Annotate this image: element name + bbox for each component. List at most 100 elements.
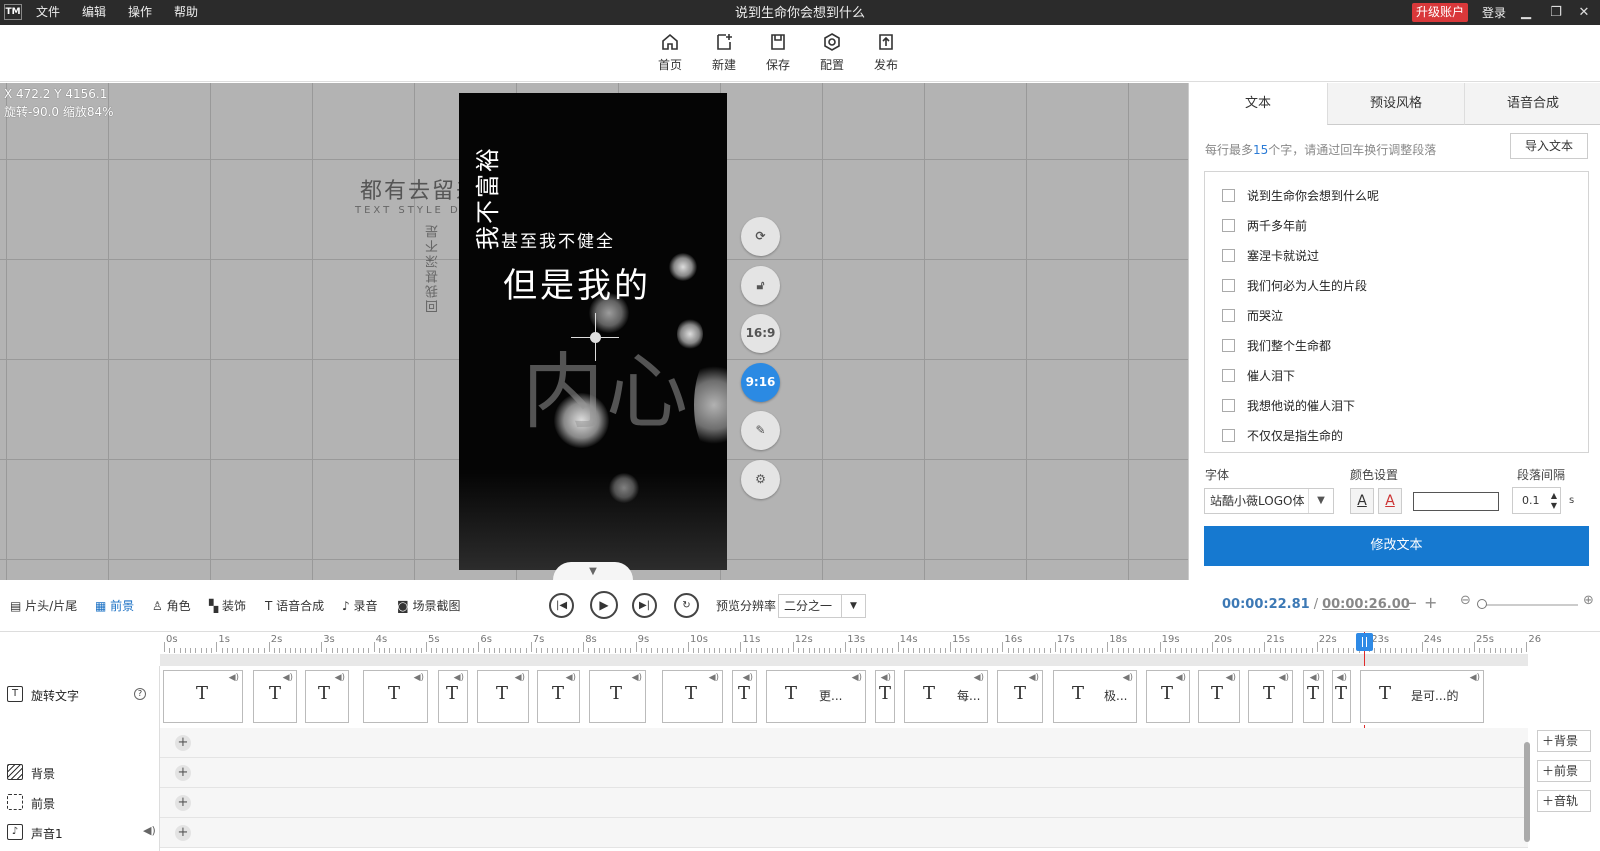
modify-text-button[interactable]: 修改文本 xyxy=(1204,526,1589,566)
import-text-button[interactable]: 导入文本 xyxy=(1510,133,1588,159)
checkbox[interactable] xyxy=(1222,279,1235,292)
tab-screenshot[interactable]: ◙ 场景截图 xyxy=(397,597,460,614)
config-button[interactable]: 配置 xyxy=(806,32,858,73)
rotate-button[interactable]: ⟳ xyxy=(741,217,780,256)
checkbox[interactable] xyxy=(1222,399,1235,412)
track-background[interactable]: 背景 xyxy=(0,757,160,787)
text-clip[interactable]: T ◀) xyxy=(1198,670,1240,723)
ratio-16-9-button[interactable]: 16:9 xyxy=(741,314,780,353)
color-swatch[interactable] xyxy=(1413,492,1499,511)
upgrade-button[interactable]: 升级账户 xyxy=(1412,3,1469,22)
track-sound1[interactable]: ♪ 声音1 ◀) xyxy=(0,817,160,847)
tab-foreground[interactable]: ▦ 前景 xyxy=(95,597,134,614)
speaker-icon[interactable]: ◀) xyxy=(414,673,424,683)
next-button[interactable]: ▶| xyxy=(632,593,657,618)
list-item[interactable]: 塞涅卡就说过 xyxy=(1205,240,1565,270)
video-text-line2[interactable]: 但是我的 xyxy=(503,258,651,307)
tab-intro-outro[interactable]: ▤ 片头/片尾 xyxy=(10,597,77,614)
text-clip[interactable]: T 是可...的 ◀) xyxy=(1360,670,1484,723)
checkbox[interactable] xyxy=(1222,369,1235,382)
speaker-icon[interactable]: ◀) xyxy=(852,673,862,683)
timeline-ruler[interactable]: 0s 1s 2s 3s 4s 5s 6s 7s 8s 9s 10s 11s 12s 13s 14s 15s 16… xyxy=(160,632,1541,666)
time-minus-button[interactable]: − xyxy=(1405,594,1418,612)
speaker-icon[interactable]: ◀) xyxy=(709,673,719,683)
menu-help[interactable]: 帮助 xyxy=(174,0,198,25)
track-row-background[interactable]: + xyxy=(160,758,1528,788)
prev-button[interactable]: |◀ xyxy=(549,593,574,618)
track-foreground[interactable]: 前景 xyxy=(0,787,160,817)
text-clip[interactable]: T ◀) xyxy=(875,670,895,723)
add-audio-track-button[interactable]: ＋音轨 xyxy=(1537,790,1591,812)
checkbox[interactable] xyxy=(1222,429,1235,442)
speaker-icon[interactable]: ◀) xyxy=(881,673,891,683)
chevron-down-icon[interactable]: ▼ xyxy=(1308,489,1333,513)
text-clip[interactable]: T ◀) xyxy=(662,670,723,723)
list-item[interactable]: 我们何必为人生的片段 xyxy=(1205,270,1565,300)
zoom-in-icon[interactable]: ⊕ xyxy=(1583,593,1594,608)
list-item[interactable]: 而哭泣 xyxy=(1205,300,1565,330)
list-item[interactable]: 不仅仅是指生命的 xyxy=(1205,420,1565,450)
list-item[interactable]: 我们整个生命都 xyxy=(1205,330,1565,360)
text-clip[interactable]: T 更... ◀) xyxy=(766,670,866,723)
restore-icon[interactable]: ❐ xyxy=(1545,3,1567,22)
list-item[interactable]: 我想他说的催人泪下 xyxy=(1205,390,1565,420)
lock-button[interactable]: 🔓︎ xyxy=(741,266,780,305)
text-clip[interactable]: T ◀) xyxy=(163,670,243,723)
speaker-icon[interactable]: ◀) xyxy=(1279,673,1289,683)
list-item[interactable]: 说到生命你会想到什么呢 xyxy=(1205,180,1565,210)
speaker-icon[interactable]: ◀) xyxy=(1337,673,1347,683)
menu-edit[interactable]: 编辑 xyxy=(82,0,106,25)
minimize-icon[interactable]: ▁ xyxy=(1515,3,1537,22)
speaker-icon[interactable]: ◀) xyxy=(1123,673,1133,683)
tab-speech-synth[interactable]: T 语音合成 xyxy=(265,597,324,614)
track-row-empty[interactable]: + xyxy=(160,728,1528,758)
tab-preset-style[interactable]: 预设风格 xyxy=(1327,83,1464,125)
resolution-select[interactable]: 二分之一 ▼ xyxy=(778,594,866,618)
text-clip[interactable]: T ◀) xyxy=(537,670,580,723)
text-clip[interactable]: T ◀) xyxy=(1332,670,1351,723)
checkbox[interactable] xyxy=(1222,219,1235,232)
checkbox[interactable] xyxy=(1222,249,1235,262)
speaker-icon[interactable]: ◀) xyxy=(1470,673,1480,683)
zoom-out-icon[interactable]: ⊖ xyxy=(1460,593,1471,608)
text-clip[interactable]: T ◀) xyxy=(253,670,297,723)
ratio-9-16-button[interactable]: 9:16 xyxy=(741,363,780,402)
text-clip[interactable]: T 每... ◀) xyxy=(904,670,988,723)
settings-button[interactable]: ⚙ xyxy=(741,460,780,499)
add-item-button[interactable]: + xyxy=(175,735,191,751)
save-button[interactable]: 保存 xyxy=(752,32,804,73)
video-vertical-text[interactable]: 我不富裕 xyxy=(468,146,503,250)
time-plus-button[interactable]: + xyxy=(1424,593,1437,612)
anchor-handle[interactable] xyxy=(590,332,601,343)
text-clip[interactable]: T ◀) xyxy=(1248,670,1293,723)
speaker-icon[interactable]: ◀) xyxy=(566,673,576,683)
text-clip[interactable]: T ◀) xyxy=(732,670,757,723)
video-text-line1[interactable]: 甚至我不健全 xyxy=(501,227,615,252)
speaker-icon[interactable]: ◀) xyxy=(1029,673,1039,683)
tab-speech-synthesis[interactable]: 语音合成 xyxy=(1464,83,1600,125)
add-foreground-button[interactable]: ＋前景 xyxy=(1537,760,1591,782)
stroke-color-button[interactable]: A xyxy=(1378,488,1402,514)
text-clip[interactable]: T ◀) xyxy=(438,670,468,723)
text-clip[interactable]: T ◀) xyxy=(305,670,349,723)
track-row-sound[interactable]: + xyxy=(160,818,1528,848)
text-clip[interactable]: T ◀) xyxy=(1146,670,1190,723)
text-clip[interactable]: T 极... ◀) xyxy=(1053,670,1137,723)
speaker-icon[interactable]: ◀) xyxy=(143,824,156,837)
help-icon[interactable]: ? xyxy=(134,688,146,700)
home-button[interactable]: 首页 xyxy=(644,32,696,73)
speaker-icon[interactable]: ◀) xyxy=(515,673,525,683)
tab-character[interactable]: ♙ 角色 xyxy=(152,597,191,614)
add-item-button[interactable]: + xyxy=(175,795,191,811)
tab-decoration[interactable]: ▚ 装饰 xyxy=(209,597,246,614)
collapse-toggle[interactable]: ▼ xyxy=(553,562,633,580)
text-clip[interactable]: T ◀) xyxy=(477,670,529,723)
text-clip[interactable]: T ◀) xyxy=(997,670,1043,723)
text-clip[interactable]: T ◀) xyxy=(1303,670,1324,723)
menu-operate[interactable]: 操作 xyxy=(128,0,152,25)
login-link[interactable]: 登录 xyxy=(1482,0,1506,27)
speaker-icon[interactable]: ◀) xyxy=(1310,673,1320,683)
track-rotate-text[interactable]: T 旋转文字? xyxy=(0,679,160,711)
speaker-icon[interactable]: ◀) xyxy=(1226,673,1236,683)
zoom-slider[interactable] xyxy=(1478,604,1578,606)
